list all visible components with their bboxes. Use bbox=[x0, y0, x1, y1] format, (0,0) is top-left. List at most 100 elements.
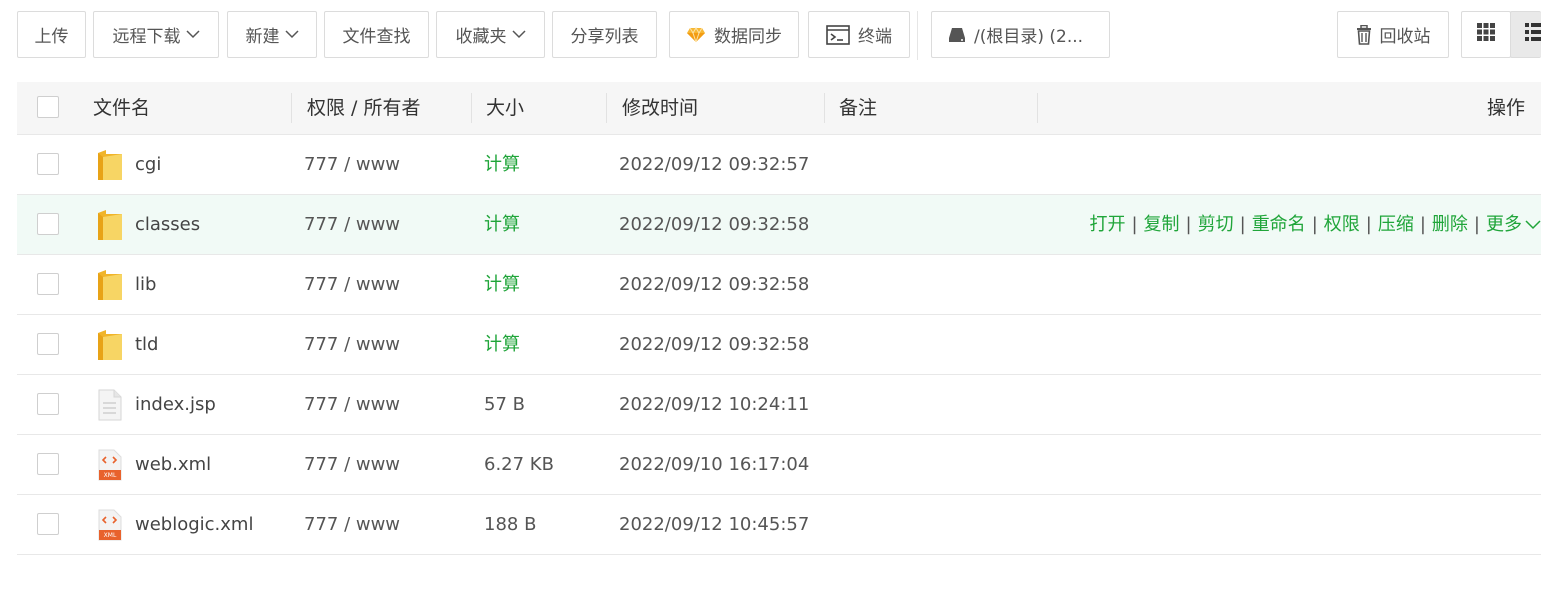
file-modified-time: 2022/09/12 09:32:57 bbox=[619, 154, 810, 175]
table-row[interactable]: XML web.xml 777 / www 6.27 KB 2022/09/10 16:… bbox=[17, 435, 1541, 495]
file-manager: 上传 远程下载 新建 文件查找 收藏夹 分享列表 数据同步 终端 /(根目录) … bbox=[0, 0, 1541, 593]
table-body: cgi 777 / www 计算 2022/09/12 09:32:57 classes… bbox=[17, 135, 1541, 555]
file-modified-time: 2022/09/12 10:45:57 bbox=[619, 514, 810, 535]
row-checkbox[interactable] bbox=[37, 513, 59, 535]
file-search-button[interactable]: 文件查找 bbox=[324, 11, 429, 58]
table-row[interactable]: tld 777 / www 计算 2022/09/12 09:32:58 bbox=[17, 315, 1541, 375]
calculate-size-link[interactable]: 计算 bbox=[484, 315, 520, 374]
calculate-size-link[interactable]: 计算 bbox=[484, 195, 520, 254]
remote-download-label: 远程下载 bbox=[112, 27, 181, 47]
action-open-link[interactable]: 打开 bbox=[1089, 195, 1125, 255]
file-size: 57 B bbox=[484, 394, 525, 415]
chevron-down-icon bbox=[284, 30, 299, 39]
file-permission[interactable]: 777 / www bbox=[304, 315, 400, 374]
folder-icon bbox=[97, 209, 123, 241]
upload-label: 上传 bbox=[34, 27, 69, 47]
path-selector[interactable]: /(根目录) (2... bbox=[931, 11, 1110, 58]
folder-icon bbox=[97, 149, 123, 181]
data-sync-button[interactable]: 数据同步 bbox=[669, 11, 799, 58]
file-permission[interactable]: 777 / www bbox=[304, 195, 400, 254]
header-operations: 操作 bbox=[1486, 97, 1525, 119]
action-delete-link[interactable]: 删除 bbox=[1432, 195, 1468, 255]
action-separator: | bbox=[1311, 213, 1318, 235]
row-checkbox[interactable] bbox=[37, 393, 59, 415]
xml-badge: XML bbox=[103, 532, 117, 539]
table-row[interactable]: index.jsp 777 / www 57 B 2022/09/12 10:24:1… bbox=[17, 375, 1541, 435]
action-more-link[interactable]: 更多 bbox=[1486, 195, 1522, 255]
toolbar-divider bbox=[917, 11, 918, 60]
upload-button[interactable]: 上传 bbox=[17, 11, 86, 58]
file-permission[interactable]: 777 / www bbox=[304, 375, 400, 434]
column-divider bbox=[1037, 93, 1038, 123]
terminal-button[interactable]: 终端 bbox=[808, 11, 910, 58]
file-name[interactable]: lib bbox=[135, 255, 156, 314]
file-permission[interactable]: 777 / www bbox=[304, 135, 400, 194]
share-list-label: 分享列表 bbox=[570, 27, 639, 47]
select-all-checkbox[interactable] bbox=[37, 96, 59, 118]
chevron-down-icon[interactable] bbox=[1525, 219, 1541, 230]
column-divider bbox=[824, 93, 825, 123]
row-checkbox[interactable] bbox=[37, 153, 59, 175]
file-search-label: 文件查找 bbox=[342, 27, 411, 47]
grid-view-button[interactable] bbox=[1461, 11, 1511, 58]
file-name[interactable]: index.jsp bbox=[135, 375, 216, 434]
text-file-icon bbox=[97, 389, 123, 421]
action-copy-link[interactable]: 复制 bbox=[1144, 195, 1180, 255]
disk-icon bbox=[948, 27, 966, 43]
column-divider bbox=[291, 93, 292, 123]
header-remark[interactable]: 备注 bbox=[839, 82, 877, 134]
header-permission[interactable]: 权限 / 所有者 bbox=[307, 82, 420, 134]
table-row[interactable]: XML weblogic.xml 777 / www 188 B 2022/09/12 … bbox=[17, 495, 1541, 555]
table-row[interactable]: lib 777 / www 计算 2022/09/12 09:32:58 bbox=[17, 255, 1541, 315]
folder-icon bbox=[97, 329, 123, 361]
file-modified-time: 2022/09/12 09:32:58 bbox=[619, 274, 810, 295]
action-compress-link[interactable]: 压缩 bbox=[1378, 195, 1414, 255]
chevron-down-icon bbox=[185, 30, 200, 39]
file-table: 文件名 权限 / 所有者 大小 修改时间 备注 操作 cgi 777 / www 计… bbox=[17, 82, 1541, 555]
xml-badge: XML bbox=[103, 472, 117, 479]
file-name[interactable]: web.xml bbox=[135, 435, 211, 494]
row-checkbox[interactable] bbox=[37, 453, 59, 475]
header-modified-time[interactable]: 修改时间 bbox=[622, 82, 698, 134]
action-cut-link[interactable]: 剪切 bbox=[1198, 195, 1234, 255]
folder-icon bbox=[97, 269, 123, 301]
xml-file-icon: XML bbox=[97, 509, 123, 541]
file-name[interactable]: weblogic.xml bbox=[135, 495, 253, 554]
new-button[interactable]: 新建 bbox=[227, 11, 317, 58]
share-list-button[interactable]: 分享列表 bbox=[552, 11, 657, 58]
file-permission[interactable]: 777 / www bbox=[304, 255, 400, 314]
data-sync-label: 数据同步 bbox=[714, 27, 782, 47]
row-checkbox[interactable] bbox=[37, 273, 59, 295]
recycle-bin-button[interactable]: 回收站 bbox=[1337, 11, 1449, 58]
remote-download-button[interactable]: 远程下载 bbox=[93, 11, 219, 58]
file-name[interactable]: cgi bbox=[135, 135, 161, 194]
list-view-button[interactable] bbox=[1510, 11, 1541, 58]
favorites-button[interactable]: 收藏夹 bbox=[436, 11, 545, 58]
new-label: 新建 bbox=[245, 27, 280, 47]
trash-icon bbox=[1356, 24, 1372, 45]
file-modified-time: 2022/09/12 10:24:11 bbox=[619, 394, 810, 415]
header-filename[interactable]: 文件名 bbox=[93, 82, 150, 134]
table-row[interactable]: classes 777 / www 计算 2022/09/12 09:32:58 打开 |… bbox=[17, 195, 1541, 255]
file-name[interactable]: classes bbox=[135, 195, 200, 254]
action-rename-link[interactable]: 重命名 bbox=[1252, 195, 1306, 255]
terminal-label: 终端 bbox=[858, 27, 892, 47]
action-separator: | bbox=[1473, 213, 1480, 235]
action-separator: | bbox=[1365, 213, 1372, 235]
calculate-size-link[interactable]: 计算 bbox=[484, 255, 520, 314]
list-icon bbox=[1525, 23, 1541, 46]
file-permission[interactable]: 777 / www bbox=[304, 435, 400, 494]
action-permission-link[interactable]: 权限 bbox=[1324, 195, 1360, 255]
action-separator: | bbox=[1185, 213, 1192, 235]
table-row[interactable]: cgi 777 / www 计算 2022/09/12 09:32:57 bbox=[17, 135, 1541, 195]
calculate-size-link[interactable]: 计算 bbox=[484, 135, 520, 194]
header-size[interactable]: 大小 bbox=[486, 82, 524, 134]
xml-file-icon: XML bbox=[97, 449, 123, 481]
row-checkbox[interactable] bbox=[37, 213, 59, 235]
file-permission[interactable]: 777 / www bbox=[304, 495, 400, 554]
row-checkbox[interactable] bbox=[37, 333, 59, 355]
path-label: /(根目录) (2... bbox=[974, 27, 1084, 47]
favorites-label: 收藏夹 bbox=[455, 27, 507, 47]
toolbar: 上传 远程下载 新建 文件查找 收藏夹 分享列表 数据同步 终端 /(根目录) … bbox=[17, 11, 1541, 60]
file-name[interactable]: tld bbox=[135, 315, 158, 374]
